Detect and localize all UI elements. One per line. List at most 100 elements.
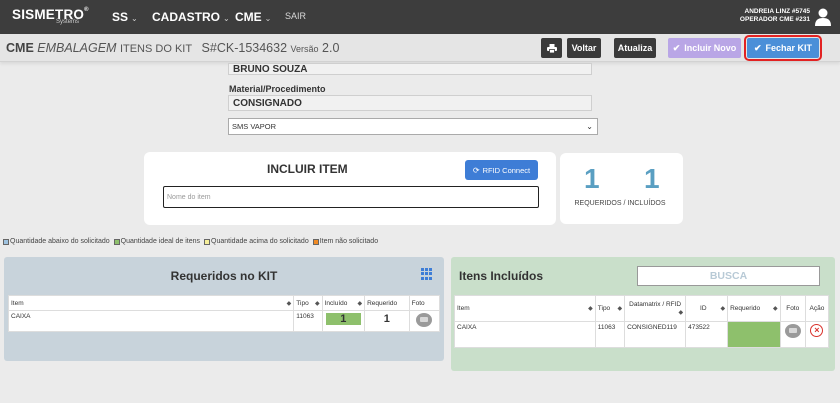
counts-card: 1 1 REQUERIDOS / INCLUÍDOS (560, 153, 683, 224)
cell-item: CAIXA (454, 321, 596, 348)
legend-item: Quantidade ideal de itens (113, 238, 200, 245)
cell-tipo: 11063 (293, 310, 323, 332)
nav-menu-cadastro[interactable]: CADASTRO ⌄ (152, 10, 230, 24)
material-label: Material/Procedimento (229, 84, 326, 94)
title-module: CME (6, 41, 34, 55)
nav-menu-cme-label: CME (235, 10, 262, 24)
chevron-down-icon: ⌄ (586, 122, 593, 131)
sort-icon: ◆ (588, 306, 593, 312)
incluidos-title: Itens Incluídos (459, 269, 544, 283)
cell-item: CAIXA (7, 310, 295, 332)
item-name-input[interactable]: Nome do item (163, 186, 539, 208)
printer-icon (546, 43, 557, 53)
column-header-id-label: ID (700, 305, 707, 312)
requeridos-count: 1 (584, 163, 600, 194)
nav-menu-cme[interactable]: CME ⌄ (235, 10, 271, 24)
sort-icon: ◆ (720, 306, 726, 312)
column-header-item[interactable]: Item ◆ (454, 295, 596, 322)
column-header-requerido: Requerido (364, 295, 410, 311)
nav-menu-ss[interactable]: SS ⌄ (112, 10, 138, 24)
column-header-tipo-label: Tipo (597, 305, 611, 312)
legend-item: Quantidade acima do solicitado (204, 238, 309, 245)
column-header-foto: Foto (779, 295, 806, 322)
sort-icon: ◆ (617, 306, 623, 312)
cell-acao: × (804, 321, 830, 348)
cell-tipo: 11063 (594, 321, 626, 348)
column-header-datamatrix-label: Datamatrix / RFID (629, 300, 682, 308)
refresh-icon: ⟳ (472, 165, 480, 175)
column-header-foto: Foto (408, 295, 441, 311)
remove-icon[interactable]: × (810, 324, 824, 337)
title-section: EMBALAGEM (37, 41, 117, 55)
column-header-requerido[interactable]: Requerido ◆ (727, 295, 781, 322)
column-header-datamatrix[interactable]: Datamatrix / RFID ◆ (624, 295, 687, 322)
sort-icon: ◆ (357, 300, 363, 307)
column-header-tipo[interactable]: Tipo ◆ (594, 295, 626, 322)
title-subsection: ITENS DO KIT (119, 43, 193, 55)
cell-requerido: 1 (364, 310, 410, 332)
logo-subtitle: Systems (56, 19, 80, 25)
sort-icon: ◆ (773, 306, 778, 312)
print-button[interactable] (541, 38, 562, 58)
cell-foto (779, 321, 806, 348)
column-header-item-label: Item (11, 299, 24, 307)
table-row: CAIXA 11063 1 1 (7, 310, 441, 332)
rfid-connect-label: RFID Connect (482, 165, 531, 175)
column-header-id[interactable]: ID ◆ (685, 295, 729, 322)
busca-input[interactable]: BUSCA (637, 266, 820, 286)
sort-icon: ◆ (678, 309, 684, 316)
legend-swatch-ideal (113, 238, 120, 245)
column-header-item-label: Item (457, 305, 470, 312)
column-header-tipo[interactable]: Tipo ◆ (293, 295, 323, 311)
sort-icon: ◆ (286, 300, 292, 307)
photo-icon[interactable] (784, 324, 801, 338)
incluidos-table: Item ◆ Tipo ◆ Datamatrix / RFID ◆ ID ◆ Reque… (454, 295, 830, 348)
incluir-novo-label: Incluir Novo (684, 43, 737, 53)
version-label: Versão (290, 44, 319, 54)
grid-view-icon[interactable] (421, 268, 433, 280)
incluidos-count: 1 (644, 163, 660, 194)
user-info[interactable]: ANDREIA LINZ #5745 OPERADOR CME #231 (740, 8, 810, 24)
legend-label: Item não solicitado (319, 238, 379, 245)
sort-icon: ◆ (315, 300, 320, 307)
legend-swatch-not-requested (312, 238, 319, 245)
responsavel-field: BRUNO SOUZA (228, 63, 592, 75)
cell-incluido: 1 (321, 310, 366, 332)
page-header: CME EMBALAGEM ITENS DO KIT S#CK-1534632 … (0, 34, 840, 62)
nav-sair-link[interactable]: SAIR (285, 11, 306, 21)
voltar-button[interactable]: Voltar (567, 38, 601, 58)
atualiza-button[interactable]: Atualiza (614, 38, 656, 58)
legend-item: Item não solicitado (312, 238, 379, 245)
legend-label: Quantidade abaixo do solicitado (10, 238, 110, 245)
fechar-kit-button[interactable]: ✔ Fechar KIT (744, 35, 822, 61)
cell-requerido (727, 321, 781, 348)
rfid-connect-button[interactable]: ⟳ RFID Connect (465, 160, 538, 180)
check-icon: ✔ (753, 42, 762, 53)
version-value: 2.0 (322, 41, 340, 55)
top-navbar: SISMETRO® Systems SS ⌄ CADASTRO ⌄ CME ⌄ SAI… (0, 0, 840, 34)
column-header-incluido[interactable]: Incluído ◆ (321, 295, 366, 311)
legend-label: Quantidade acima do solicitado (211, 238, 309, 245)
user-name: ANDREIA LINZ #5745 (744, 8, 811, 15)
column-header-requerido-label: Requerido (730, 305, 761, 312)
process-select[interactable]: SMS VAPOR ⌄ (228, 118, 598, 135)
cell-datamatrix: CONSIGNED119 (624, 321, 687, 348)
incluir-novo-button[interactable]: ✔ Incluir Novo (668, 38, 741, 58)
legend-swatch-below (3, 238, 9, 245)
column-header-item[interactable]: Item ◆ (7, 295, 295, 311)
requeridos-title: Requeridos no KIT (170, 269, 278, 283)
chevron-down-icon: ⌄ (264, 14, 272, 23)
photo-icon[interactable] (416, 313, 433, 327)
legend-item: Quantidade abaixo do solicitado (3, 238, 110, 245)
process-select-value: SMS VAPOR (232, 122, 277, 131)
counts-label: REQUERIDOS / INCLUÍDOS (574, 200, 666, 207)
table-row: CAIXA 11063 CONSIGNED119 473522 × (454, 321, 830, 348)
user-avatar-icon[interactable] (814, 7, 832, 27)
kit-code: S#CK-1534632 (201, 41, 288, 55)
incluido-value: 1 (325, 313, 362, 325)
cell-id: 473522 (685, 321, 729, 348)
incluir-item-card: INCLUIR ITEM ⟳ RFID Connect Nome do item (144, 152, 556, 225)
nav-menu-cadastro-label: CADASTRO (152, 10, 220, 24)
page-title: CME EMBALAGEM ITENS DO KIT S#CK-1534632 … (6, 41, 339, 55)
color-legend: Quantidade abaixo do solicitado Quantida… (3, 238, 382, 245)
